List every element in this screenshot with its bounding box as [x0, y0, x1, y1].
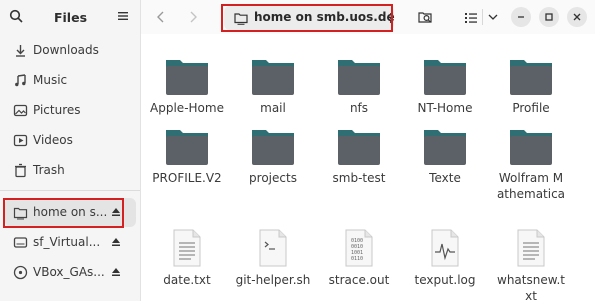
toolbar-divider [482, 9, 483, 25]
sidebar-item-videos[interactable]: Videos [5, 126, 136, 155]
disc-icon [13, 265, 28, 280]
maximize-icon [545, 13, 553, 21]
music-icon [15, 74, 26, 87]
close-icon [573, 13, 581, 21]
minimize-icon [518, 16, 524, 18]
chevron-down-icon[interactable] [487, 11, 499, 23]
sidebar-item-trash[interactable]: Trash [5, 156, 136, 185]
sidebar-item-sf-virtual[interactable]: sf_Virtual... [5, 228, 136, 257]
folder-icon [252, 130, 294, 165]
script-file-icon [259, 229, 287, 267]
search-folder-icon[interactable] [417, 9, 433, 25]
sidebar-item-label: Downloads [33, 43, 99, 57]
sidebar-item-downloads[interactable]: Downloads [5, 36, 136, 65]
folder-name: projects [249, 171, 297, 185]
sidebar-item-label: Music [33, 73, 68, 87]
hamburger-menu-icon[interactable] [117, 10, 129, 22]
svg-text:0110: 0110 [351, 256, 363, 262]
back-arrow-icon[interactable] [155, 10, 167, 24]
sidebar-item-pictures[interactable]: Pictures [5, 96, 136, 125]
trash-icon [15, 163, 26, 178]
sidebar-item-label: VBox_GAs... [33, 265, 105, 279]
folder-icon [338, 60, 380, 95]
file-name: date.txt [163, 273, 211, 287]
list-view-icon[interactable] [463, 10, 479, 26]
forward-arrow-icon[interactable] [187, 10, 199, 24]
folder-icon [166, 130, 208, 165]
eject-icon[interactable] [111, 237, 121, 247]
sidebar-item-music[interactable]: Music [5, 66, 136, 95]
download-icon [16, 45, 25, 57]
file-name: strace.out [328, 273, 390, 287]
folder-icon [424, 60, 466, 95]
folder-icon [510, 60, 552, 95]
drive-icon [13, 237, 28, 248]
folder-name: Profile [512, 101, 550, 115]
folder-icon [252, 60, 294, 95]
sidebar-header: Files [0, 0, 141, 34]
binary-file-icon: 0100001010010110 [345, 229, 373, 267]
folder-name: smb-test [332, 171, 386, 185]
folder-icon [338, 130, 380, 165]
sidebar-item-vbox-gas[interactable]: VBox_GAs... [5, 258, 136, 287]
text-file-icon [517, 229, 545, 267]
folder-name: nfs [349, 101, 369, 115]
folder-name: Wolfram Mathematica [496, 171, 566, 201]
sidebar-item-label: sf_Virtual... [33, 235, 101, 249]
folder-icon [510, 130, 552, 165]
minimize-button[interactable] [511, 7, 531, 27]
close-button[interactable] [567, 7, 587, 27]
sidebar-item-label: Videos [33, 133, 73, 147]
folder-name: NT-Home [417, 101, 473, 115]
log-file-icon [431, 229, 459, 267]
file-grid: Apple-Home mail nfs NT-Home Profile PROF… [141, 34, 595, 301]
folder-icon [166, 60, 208, 95]
videos-icon [13, 134, 28, 147]
eject-icon[interactable] [111, 267, 121, 277]
folder-icon [424, 130, 466, 165]
sidebar-item-label: Trash [33, 163, 65, 177]
folder-name: Texte [429, 171, 461, 185]
highlight-sidebar-mount [3, 198, 124, 228]
sidebar: Files Downloads Music Pictures Videos Tr… [0, 0, 141, 301]
maximize-button[interactable] [539, 7, 559, 27]
file-name: texput.log [414, 273, 476, 287]
folder-name: mail [260, 101, 286, 115]
sidebar-item-label: Pictures [33, 103, 81, 117]
file-name: whatsnew.txt [497, 273, 565, 301]
file-name: git-helper.sh [235, 273, 311, 287]
pictures-icon [13, 104, 28, 117]
sidebar-separator [0, 190, 140, 191]
highlight-location [221, 4, 393, 32]
folder-name: Apple-Home [150, 101, 224, 115]
text-file-icon [173, 229, 201, 267]
folder-name: PROFILE.V2 [152, 171, 222, 185]
